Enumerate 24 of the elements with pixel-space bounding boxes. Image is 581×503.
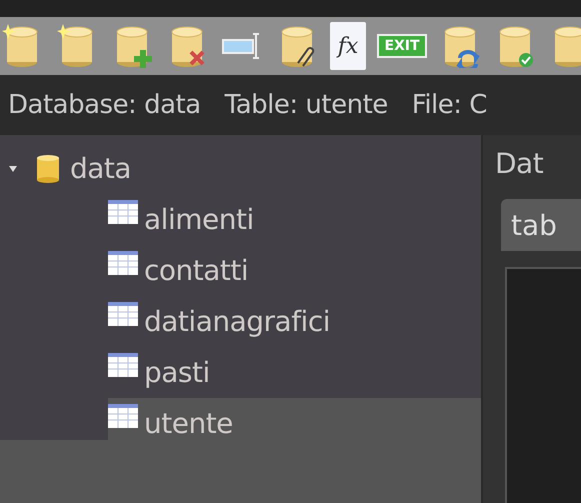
table-icon	[108, 404, 138, 428]
tree-item-row[interactable]: contatti	[0, 245, 481, 296]
info-label: Table: utente	[224, 90, 388, 120]
panel-title: Dat	[495, 147, 544, 182]
tree-item-label: alimenti	[144, 202, 255, 238]
tree-item-label: pasti	[144, 355, 211, 391]
tree-item-row[interactable]: pasti	[0, 347, 481, 398]
table-icon	[108, 302, 138, 326]
tree-item-label: contatti	[144, 253, 250, 289]
info-label: Database: data	[8, 90, 201, 120]
database-icon	[36, 154, 60, 184]
tree-item-row[interactable]: datianagrafici	[0, 296, 481, 347]
info-label: File: C	[412, 90, 487, 120]
table-icon	[108, 200, 138, 224]
table-icon	[108, 251, 138, 275]
tab[interactable]: tab	[501, 199, 581, 251]
text-field-icon	[222, 31, 262, 61]
function-button[interactable]: fx	[330, 22, 366, 70]
tree-item-label: utente	[144, 406, 234, 442]
table-icon	[108, 353, 138, 377]
tree-item[interactable]: data	[70, 143, 136, 194]
tree-item-row[interactable]: alimenti	[0, 194, 481, 245]
expand-arrow-icon[interactable]	[8, 164, 18, 174]
tree-item-label: datianagrafici	[144, 304, 332, 340]
